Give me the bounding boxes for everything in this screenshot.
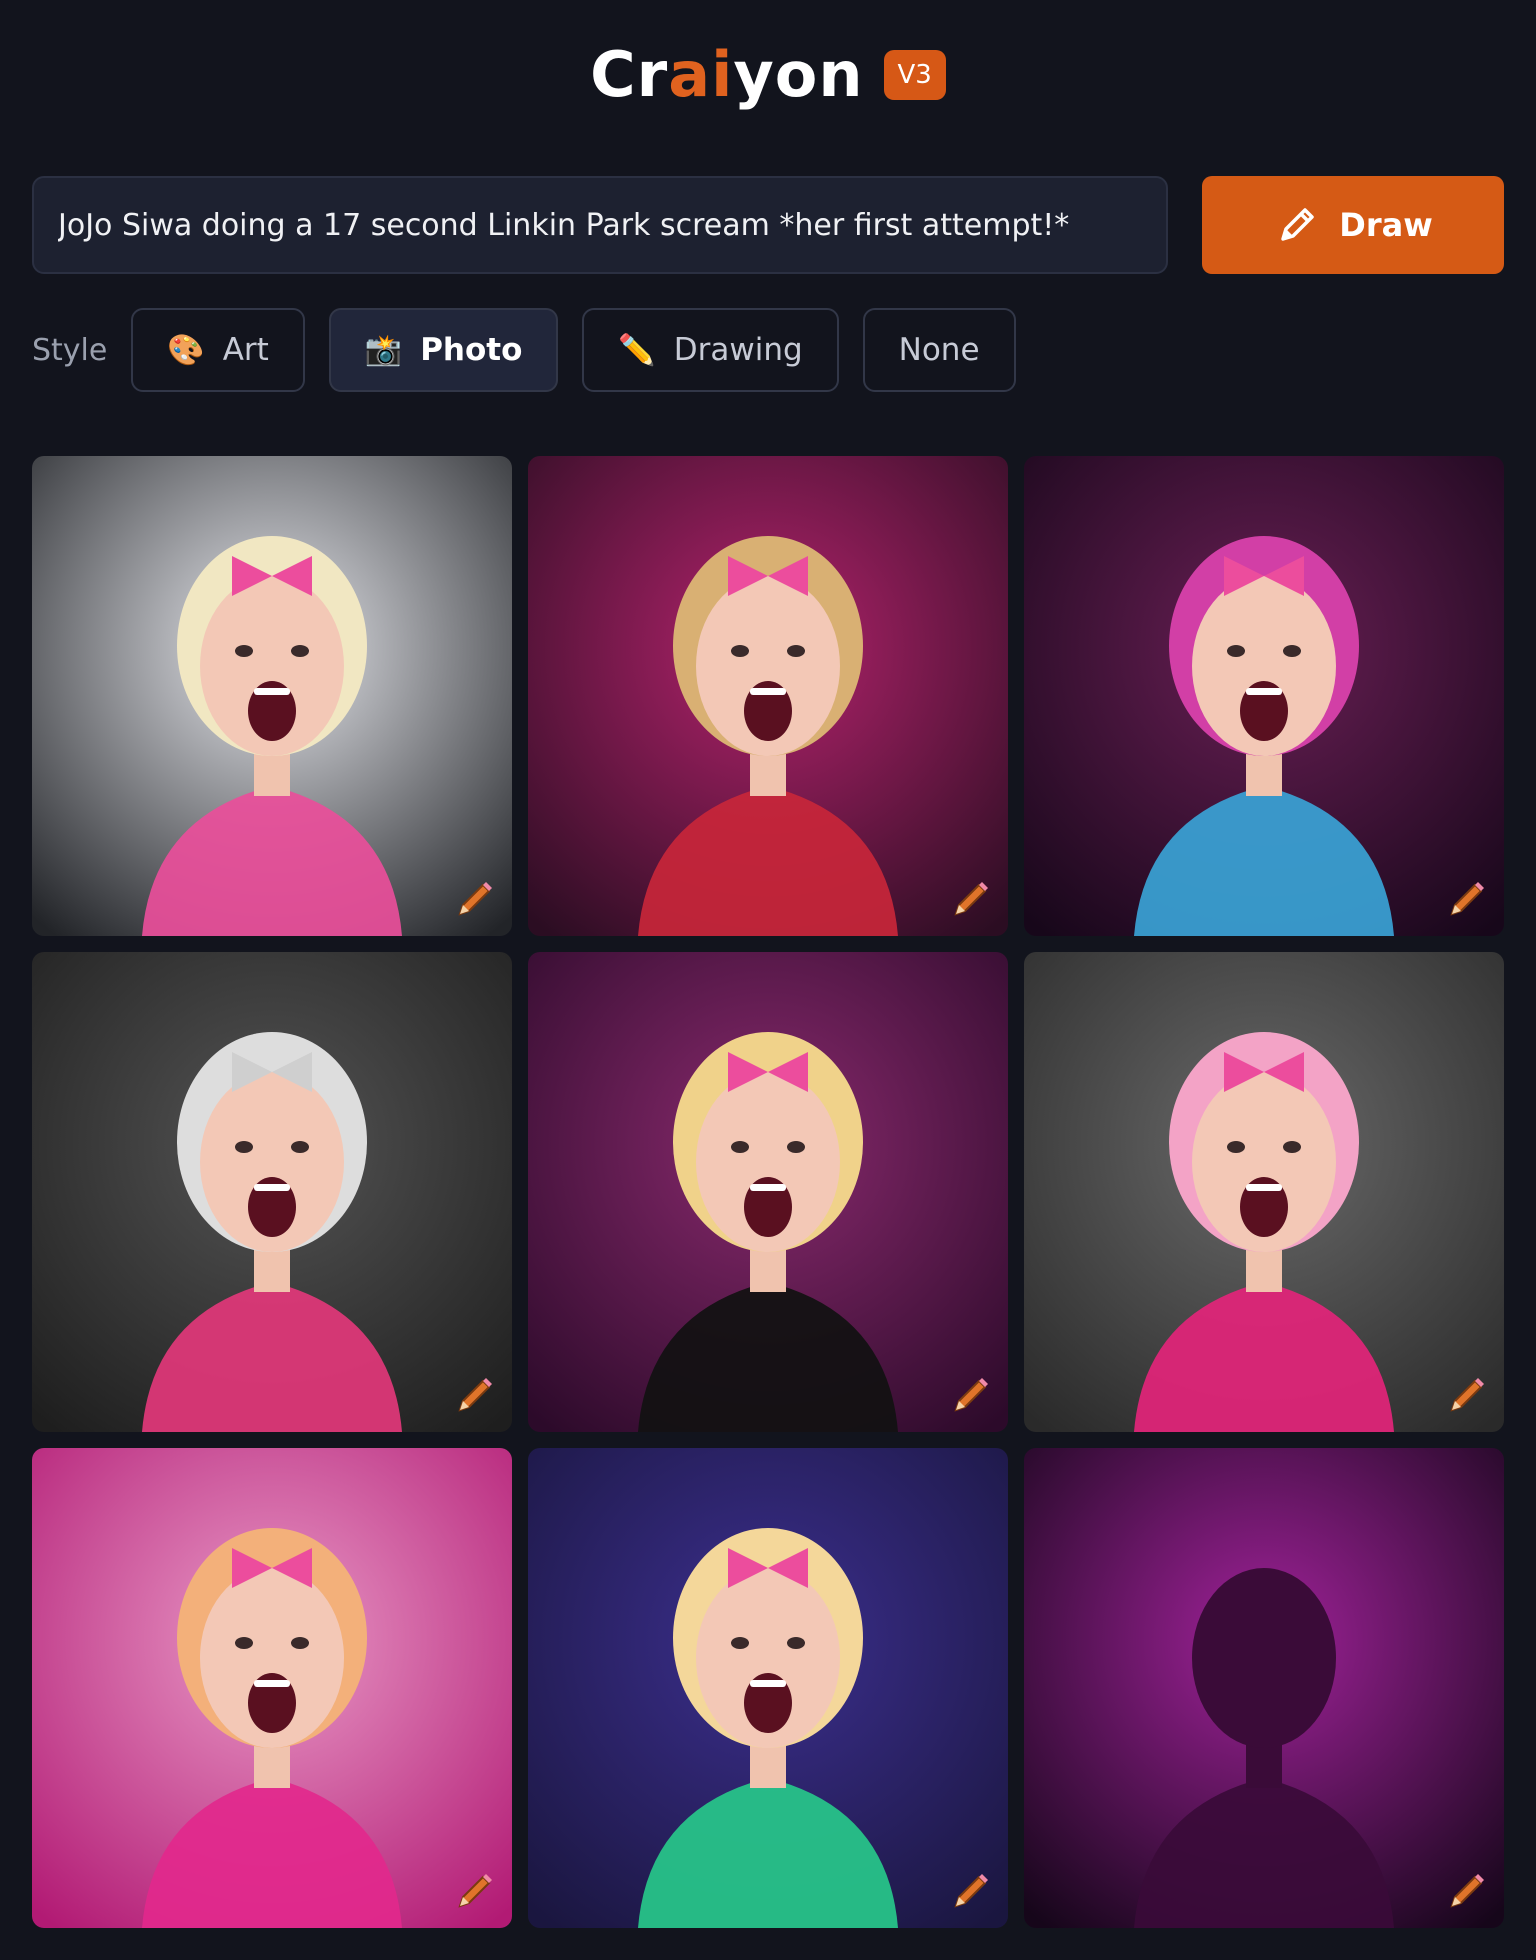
result-image-4[interactable]: [32, 952, 512, 1432]
result-image-3[interactable]: [1024, 456, 1504, 936]
prompt-text[interactable]: JoJo Siwa doing a 17 second Linkin Park …: [58, 208, 1069, 243]
style-art-label: Art: [222, 332, 269, 368]
edit-pencil-icon[interactable]: [948, 1868, 994, 1914]
generated-photo: [32, 952, 512, 1432]
craiyon-logo[interactable]: Craiyon: [590, 38, 863, 111]
style-drawing-button[interactable]: ✏️ Drawing: [582, 308, 839, 392]
edit-pencil-icon[interactable]: [948, 1372, 994, 1418]
result-image-7[interactable]: [32, 1448, 512, 1928]
style-drawing-label: Drawing: [673, 332, 803, 368]
edit-pencil-icon[interactable]: [1444, 1868, 1490, 1914]
style-none-label: None: [898, 332, 980, 368]
draw-button[interactable]: Draw: [1202, 176, 1504, 274]
generated-photo: [1024, 456, 1504, 936]
version-badge: V3: [883, 49, 946, 100]
draw-label: Draw: [1339, 206, 1433, 244]
result-image-2[interactable]: [528, 456, 1008, 936]
edit-pencil-icon[interactable]: [452, 1372, 498, 1418]
style-selector: Style 🎨 Art 📸 Photo ✏️ Drawing None: [32, 308, 1040, 392]
palette-icon: 🎨: [167, 332, 205, 368]
camera-flash-icon: 📸: [364, 332, 403, 368]
edit-pencil-icon[interactable]: [452, 876, 498, 922]
edit-pencil-icon[interactable]: [1444, 1372, 1490, 1418]
result-image-1[interactable]: [32, 456, 512, 936]
generated-photo: [528, 456, 1008, 936]
generated-photo: [32, 456, 512, 936]
style-photo-button[interactable]: 📸 Photo: [328, 308, 559, 392]
app-header: Craiyon V3: [0, 38, 1536, 111]
edit-pencil-icon[interactable]: [1444, 876, 1490, 922]
style-none-button[interactable]: None: [862, 308, 1016, 392]
generated-photo: [1024, 1448, 1504, 1928]
style-label: Style: [32, 332, 108, 368]
result-image-5[interactable]: [528, 952, 1008, 1432]
edit-pencil-icon[interactable]: [948, 876, 994, 922]
result-image-9[interactable]: [1024, 1448, 1504, 1928]
generated-photo: [528, 952, 1008, 1432]
edit-pencil-icon[interactable]: [452, 1868, 498, 1914]
style-art-button[interactable]: 🎨 Art: [131, 308, 305, 392]
generated-photo: [528, 1448, 1008, 1928]
result-image-6[interactable]: [1024, 952, 1504, 1432]
generated-photo: [1024, 952, 1504, 1432]
prompt-input[interactable]: JoJo Siwa doing a 17 second Linkin Park …: [32, 176, 1168, 274]
pencil-icon: ✏️: [618, 332, 656, 368]
style-photo-label: Photo: [420, 332, 523, 368]
generated-photo: [32, 1448, 512, 1928]
result-image-8[interactable]: [528, 1448, 1008, 1928]
pencil-icon: [1281, 208, 1314, 241]
